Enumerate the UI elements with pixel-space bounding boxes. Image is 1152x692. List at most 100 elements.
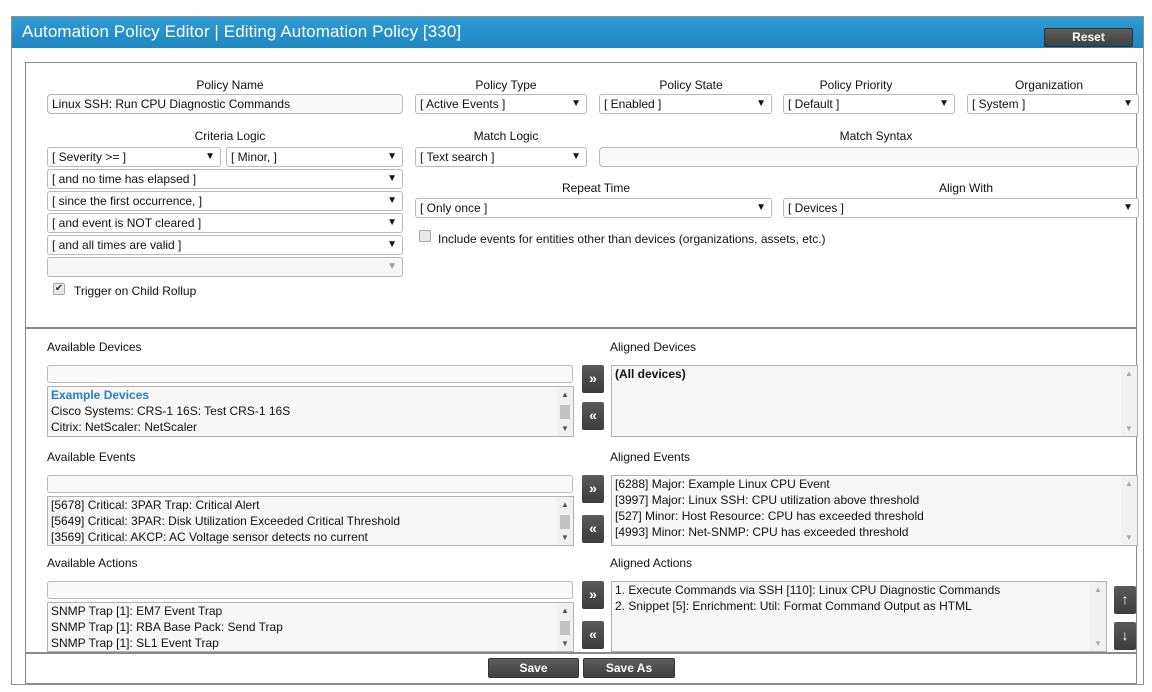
list-item[interactable]: SNMP Trap [1]: SL1 Event Trap: [48, 635, 573, 651]
trigger-child-rollup-checkbox[interactable]: ✔: [53, 283, 65, 295]
policy-settings-panel: Policy Name Policy Type Policy State Pol…: [25, 62, 1139, 328]
events-search-input[interactable]: [47, 475, 573, 493]
severity-operator-value: [ Severity >= ]: [52, 150, 127, 164]
scrollbar[interactable]: ▲ ▼: [557, 497, 573, 545]
policy-name-input[interactable]: Linux SSH: Run CPU Diagnostic Commands: [47, 94, 403, 114]
severity-operator-select[interactable]: [ Severity >= ] ▼: [47, 147, 221, 167]
add-action-button[interactable]: »: [582, 581, 604, 609]
save-button[interactable]: Save: [488, 658, 579, 678]
available-events-list[interactable]: [5678] Critical: 3PAR Trap: Critical Ale…: [47, 496, 574, 546]
scroll-thumb[interactable]: [560, 621, 570, 635]
list-item[interactable]: Citrix: NetScaler: NetScaler: [48, 419, 573, 435]
aligned-actions-list[interactable]: 1. Execute Commands via SSH [110]: Linux…: [611, 581, 1107, 652]
times-valid-select[interactable]: [ and all times are valid ] ▼: [47, 235, 403, 255]
policy-type-value: [ Active Events ]: [420, 97, 506, 111]
move-up-button[interactable]: ↑: [1114, 586, 1136, 614]
since-occurrence-select[interactable]: [ since the first occurrence, ] ▼: [47, 191, 403, 211]
available-events-label: Available Events: [47, 450, 136, 464]
available-devices-label: Available Devices: [47, 340, 142, 354]
scroll-down-icon[interactable]: ▼: [1125, 533, 1133, 542]
list-item[interactable]: SNMP Trap [1]: RBA Base Pack: Send Trap: [48, 619, 573, 635]
title-bar: Automation Policy Editor | Editing Autom…: [12, 17, 1143, 48]
list-item[interactable]: 1. Execute Commands via SSH [110]: Linux…: [612, 582, 1106, 598]
aligned-actions-label: Aligned Actions: [610, 556, 693, 570]
align-with-label: Align With: [938, 181, 994, 195]
list-item[interactable]: [527] Minor: Host Resource: CPU has exce…: [612, 508, 1137, 524]
scroll-down-icon[interactable]: ▼: [1125, 424, 1133, 433]
list-item[interactable]: (All devices): [612, 366, 1137, 382]
chevron-down-icon: ▼: [205, 151, 215, 162]
severity-value-select[interactable]: [ Minor, ] ▼: [226, 147, 403, 167]
event-cleared-select[interactable]: [ and event is NOT cleared ] ▼: [47, 213, 403, 233]
time-elapsed-select[interactable]: [ and no time has elapsed ] ▼: [47, 169, 403, 189]
aligned-devices-list[interactable]: (All devices) ▲ ▼: [611, 365, 1138, 437]
list-item[interactable]: [6288] Major: Example Linux CPU Event: [612, 476, 1137, 492]
aligned-events-label: Aligned Events: [610, 450, 691, 464]
chevron-down-icon: ▼: [571, 98, 581, 109]
scroll-down-icon[interactable]: ▼: [1094, 639, 1102, 648]
save-as-button[interactable]: Save As: [583, 658, 675, 678]
match-syntax-input[interactable]: [599, 147, 1139, 167]
remove-action-button[interactable]: «: [582, 621, 604, 649]
repeat-time-select[interactable]: [ Only once ] ▼: [415, 198, 772, 218]
scroll-up-icon[interactable]: ▲: [561, 500, 569, 509]
scroll-down-icon[interactable]: ▼: [561, 533, 569, 542]
scroll-thumb[interactable]: [560, 515, 570, 529]
move-down-button[interactable]: ↓: [1114, 622, 1136, 650]
chevron-down-icon: ▼: [387, 151, 397, 162]
policy-type-select[interactable]: [ Active Events ] ▼: [415, 94, 587, 114]
list-item[interactable]: [5649] Critical: 3PAR: Disk Utilization …: [48, 513, 573, 529]
list-item[interactable]: SNMP Trap [1]: EM7 Event Trap: [48, 603, 573, 619]
scroll-up-icon[interactable]: ▲: [1125, 479, 1133, 488]
since-occurrence-value: [ since the first occurrence, ]: [52, 194, 203, 208]
criteria-logic-label: Criteria Logic: [194, 129, 266, 143]
list-item[interactable]: [3569] Critical: AKCP: AC Voltage sensor…: [48, 529, 573, 545]
available-actions-label: Available Actions: [47, 556, 138, 570]
scroll-up-icon[interactable]: ▲: [561, 606, 569, 615]
list-item[interactable]: [5678] Critical: 3PAR Trap: Critical Ale…: [48, 497, 573, 513]
chevron-down-icon: ▼: [387, 239, 397, 250]
actions-search-input[interactable]: [47, 581, 573, 599]
list-item[interactable]: [4993] Minor: Net-SNMP: CPU has exceeded…: [612, 524, 1137, 540]
scroll-thumb[interactable]: [560, 405, 570, 419]
footer-panel: Save Save As: [25, 653, 1137, 684]
scroll-down-icon[interactable]: ▼: [561, 639, 569, 648]
policy-priority-select[interactable]: [ Default ] ▼: [783, 94, 955, 114]
scroll-up-icon[interactable]: ▲: [561, 390, 569, 399]
list-item[interactable]: Cisco Systems: CRS-1 16S: Test CRS-1 16S: [48, 403, 573, 419]
match-logic-select[interactable]: [ Text search ] ▼: [415, 147, 587, 167]
scrollbar[interactable]: ▲ ▼: [1090, 582, 1106, 651]
list-item[interactable]: 2. Snippet [5]: Enrichment: Util: Format…: [612, 598, 1106, 614]
match-syntax-label: Match Syntax: [839, 129, 913, 143]
available-actions-list[interactable]: SNMP Trap [1]: EM7 Event Trap SNMP Trap …: [47, 602, 574, 652]
align-with-select[interactable]: [ Devices ] ▼: [783, 198, 1139, 218]
reset-button[interactable]: Reset: [1044, 28, 1133, 47]
remove-device-button[interactable]: «: [582, 402, 604, 430]
organization-select[interactable]: [ System ] ▼: [967, 94, 1139, 114]
available-devices-list[interactable]: Example Devices Cisco Systems: CRS-1 16S…: [47, 386, 574, 437]
extra-criteria-select[interactable]: ▼: [47, 257, 403, 277]
align-with-value: [ Devices ]: [788, 201, 845, 215]
scrollbar[interactable]: ▲ ▼: [1121, 476, 1137, 545]
repeat-time-value: [ Only once ]: [420, 201, 488, 215]
scroll-down-icon[interactable]: ▼: [561, 424, 569, 433]
scrollbar[interactable]: ▲ ▼: [557, 603, 573, 651]
scrollbar[interactable]: ▲ ▼: [1121, 366, 1137, 436]
scroll-up-icon[interactable]: ▲: [1125, 369, 1133, 378]
match-logic-value: [ Text search ]: [420, 150, 495, 164]
time-elapsed-value: [ and no time has elapsed ]: [52, 172, 197, 186]
scrollbar[interactable]: ▲ ▼: [557, 387, 573, 436]
add-event-button[interactable]: »: [582, 475, 604, 503]
devices-search-input[interactable]: [47, 365, 573, 383]
scroll-up-icon[interactable]: ▲: [1094, 585, 1102, 594]
include-entities-checkbox[interactable]: [419, 230, 431, 242]
list-item-group[interactable]: Example Devices: [48, 387, 573, 403]
remove-event-button[interactable]: «: [582, 515, 604, 543]
policy-state-select[interactable]: [ Enabled ] ▼: [599, 94, 772, 114]
include-entities-label: Include events for entities other than d…: [438, 232, 826, 246]
match-logic-label: Match Logic: [473, 129, 539, 143]
aligned-devices-label: Aligned Devices: [610, 340, 697, 354]
aligned-events-list[interactable]: [6288] Major: Example Linux CPU Event [3…: [611, 475, 1138, 546]
add-device-button[interactable]: »: [582, 365, 604, 393]
list-item[interactable]: [3997] Major: Linux SSH: CPU utilization…: [612, 492, 1137, 508]
